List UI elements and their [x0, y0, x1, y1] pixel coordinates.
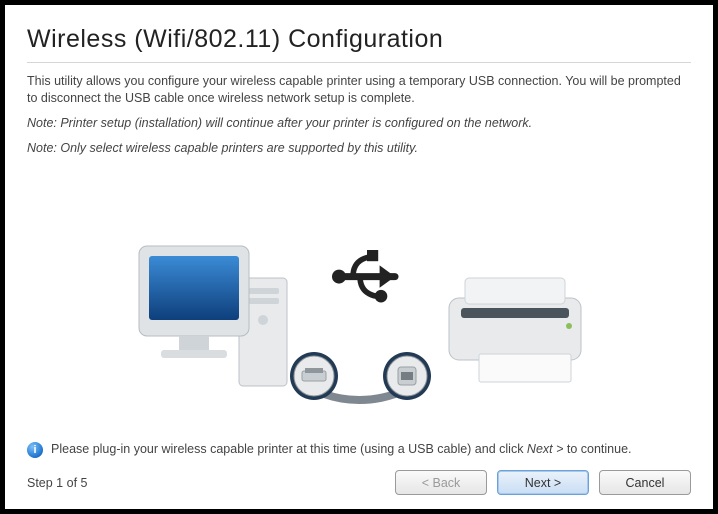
computer-icon	[139, 246, 287, 386]
footer: Step 1 of 5 < Back Next > Cancel	[27, 468, 691, 495]
cancel-button[interactable]: Cancel	[599, 470, 691, 495]
printer-icon	[449, 278, 581, 382]
info-icon: i	[27, 442, 43, 458]
instruction-text: Please plug-in your wireless capable pri…	[51, 441, 632, 458]
page-title: Wireless (Wifi/802.11) Configuration	[27, 25, 691, 54]
note-1-text: Note: Printer setup (installation) will …	[27, 115, 691, 132]
illustration	[27, 175, 691, 442]
info-row: i Please plug-in your wireless capable p…	[27, 441, 691, 458]
usb-icon	[332, 250, 395, 303]
step-label: Step 1 of 5	[27, 476, 87, 490]
intro-text: This utility allows you configure your w…	[27, 73, 691, 107]
divider	[27, 62, 691, 63]
instruction-prefix: Please plug-in your wireless capable pri…	[51, 442, 527, 456]
usb-connection-illustration	[129, 208, 589, 408]
note-2-text: Note: Only select wireless capable print…	[27, 140, 691, 157]
usb-plug-b-icon	[383, 352, 431, 400]
usb-plug-a-icon	[290, 352, 338, 400]
instruction-next-ref: Next >	[527, 442, 563, 456]
back-button: < Back	[395, 470, 487, 495]
next-button[interactable]: Next >	[497, 470, 589, 495]
instruction-suffix: to continue.	[563, 442, 631, 456]
wizard-window: Wireless (Wifi/802.11) Configuration Thi…	[5, 5, 713, 509]
